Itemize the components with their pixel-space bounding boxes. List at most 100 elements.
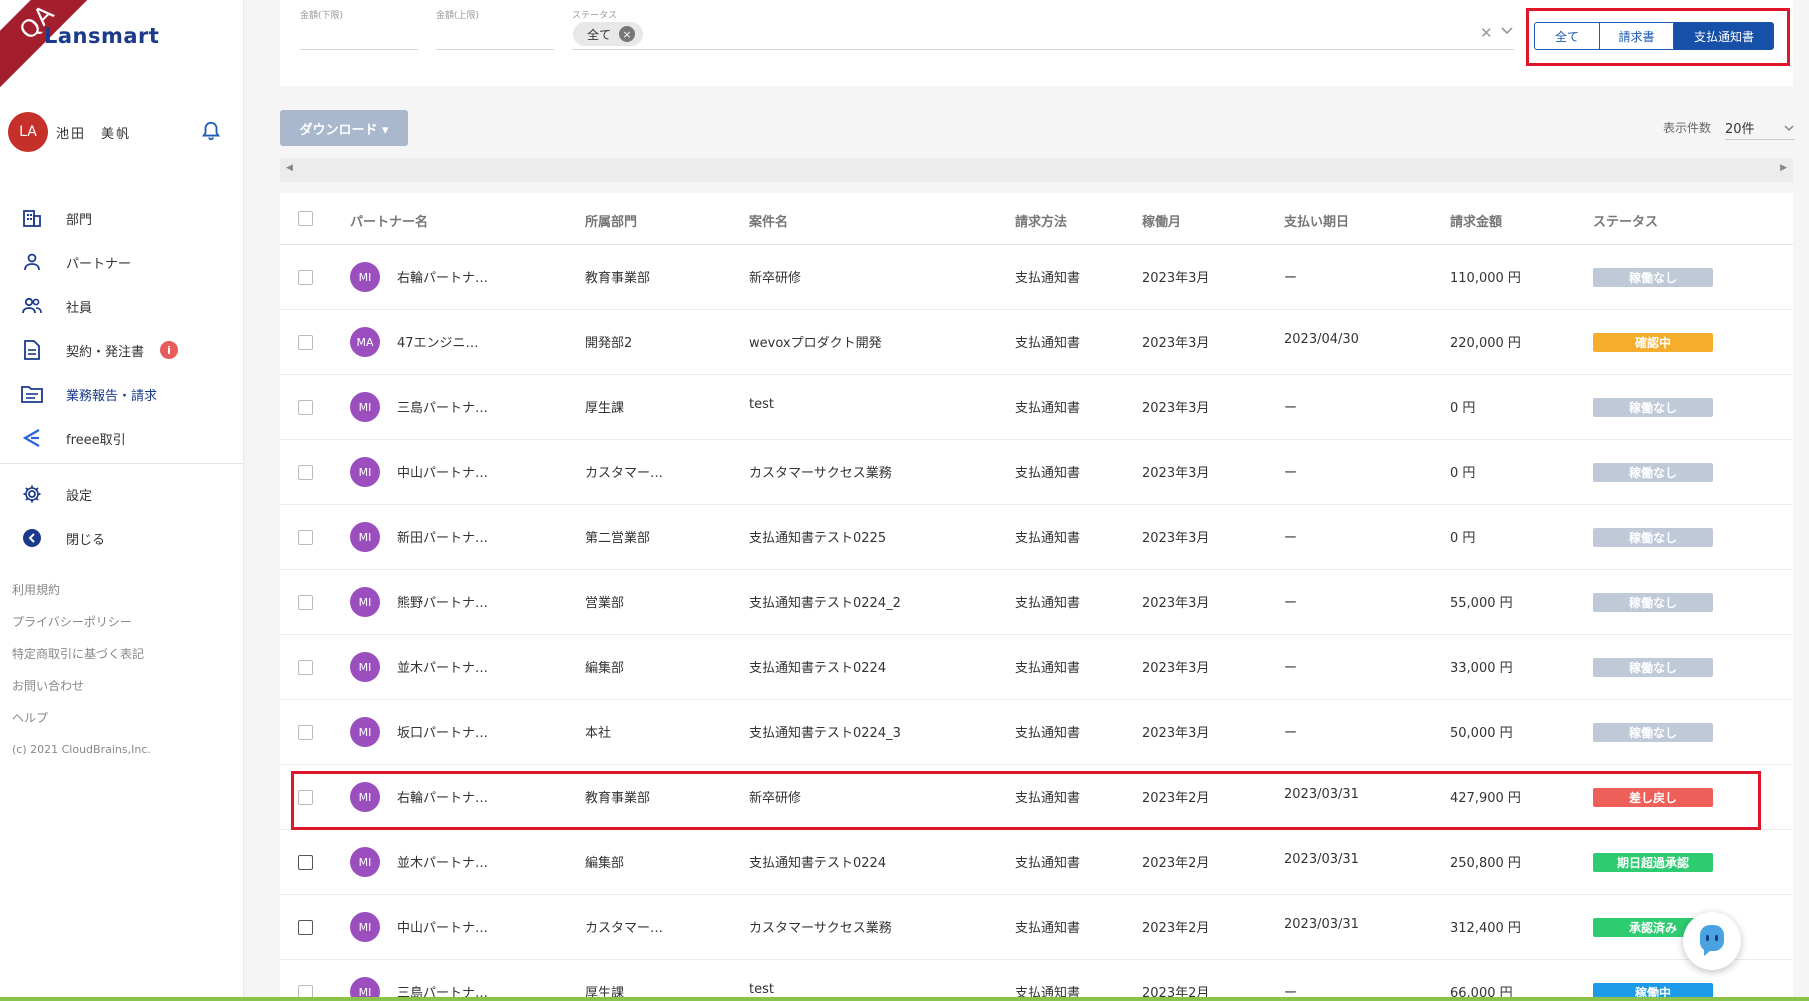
cell-partner[interactable]: 並木パートナ… [397, 852, 488, 871]
cell-partner[interactable]: 中山パートナ… [397, 462, 488, 481]
row-checkbox[interactable] [298, 920, 313, 935]
annotation-highlight-row [291, 771, 1761, 830]
cell-department: 本社 [585, 726, 612, 741]
cell-due-date: 2023/04/30 [1284, 332, 1359, 347]
cell-partner[interactable]: 熊野パートナ… [397, 592, 488, 611]
sidebar-divider [0, 463, 243, 464]
amount-max-label: 金額(上限) [436, 11, 480, 21]
cell-partner[interactable]: 坂口パートナ… [397, 722, 488, 741]
chatbot-button[interactable] [1683, 912, 1741, 970]
table-row[interactable]: MI 中山パートナ… カスタマー… カスタマーサクセス業務 支払通知書 2023年3月 ー 0… [280, 440, 1793, 505]
cell-due-date: 2023/03/31 [1284, 917, 1359, 932]
table-row[interactable]: MI 新田パートナ… 第二営業部 支払通知書テスト0225 支払通知書 2023年3月 ー 0… [280, 505, 1793, 570]
table-row[interactable]: MI 中山パートナ… カスタマー… カスタマーサクセス業務 支払通知書 2023年2月 20… [280, 895, 1793, 960]
header-month[interactable]: 稼働月 [1142, 211, 1181, 230]
cell-department: 編集部 [585, 856, 625, 871]
table-row[interactable]: MI 右輪パートナ… 教育事業部 新卒研修 支払通知書 2023年3月 ー 110,000 円… [280, 245, 1793, 310]
header-method[interactable]: 請求方法 [1015, 211, 1067, 230]
cell-project: 支払通知書テスト0224 [749, 856, 887, 871]
sidebar-item-reports-invoices[interactable]: 業務報告・請求 [0, 372, 243, 416]
cell-month: 2023年3月 [1142, 401, 1210, 416]
perpage-select[interactable]: 20件 [1725, 118, 1795, 140]
sidebar-item-partners[interactable]: パートナー [0, 240, 243, 284]
bell-icon[interactable] [200, 119, 222, 143]
chevron-down-icon [1784, 125, 1794, 132]
cell-month: 2023年2月 [1142, 921, 1210, 936]
cell-partner[interactable]: 新田パートナ… [397, 527, 488, 546]
link-privacy[interactable]: プライバシーポリシー [12, 606, 151, 638]
sidebar-item-settings[interactable]: 設定 [0, 472, 243, 516]
perpage-label: 表示件数 [1663, 121, 1712, 135]
sidebar-item-employees[interactable]: 社員 [0, 284, 243, 328]
cell-month: 2023年3月 [1142, 661, 1210, 676]
scroll-left-icon[interactable]: ◀ [286, 163, 293, 173]
row-checkbox[interactable] [298, 465, 313, 480]
table-row[interactable]: MI 並木パートナ… 編集部 支払通知書テスト0224 支払通知書 2023年2月 2023… [280, 830, 1793, 895]
cell-project: 支払通知書テスト0225 [749, 531, 887, 546]
chevron-down-icon[interactable] [1500, 24, 1514, 38]
row-checkbox[interactable] [298, 530, 313, 545]
cell-partner[interactable]: 右輪パートナ… [397, 267, 488, 286]
header-project[interactable]: 案件名 [749, 211, 788, 230]
cell-partner[interactable]: 47エンジニ… [397, 332, 479, 351]
clear-icon[interactable]: ✕ [1480, 24, 1493, 42]
row-checkbox[interactable] [298, 400, 313, 415]
cell-amount: 50,000 円 [1450, 726, 1513, 741]
cell-amount: 0 円 [1450, 466, 1476, 481]
status-chip[interactable]: 全て × [573, 22, 644, 46]
cell-month: 2023年3月 [1142, 596, 1210, 611]
sidebar-item-freee[interactable]: freee取引 [0, 416, 243, 460]
table-row[interactable]: MI 三島パートナ… 厚生課 test 支払通知書 2023年3月 ー 0 円 稼働なし [280, 375, 1793, 440]
sidebar-item-contracts[interactable]: 契約・発注書 i [0, 328, 243, 372]
cell-due-date: ー [1284, 726, 1298, 741]
link-commerce-law[interactable]: 特定商取引に基づく表記 [12, 638, 151, 670]
header-partner[interactable]: パートナー名 [350, 211, 428, 230]
cell-partner[interactable]: 並木パートナ… [397, 657, 488, 676]
horizontal-scrollbar[interactable]: ◀ ▶ [280, 158, 1793, 182]
user-name: 池田 美帆 [56, 126, 132, 142]
sidebar-item-label: 閉じる [66, 532, 106, 548]
sidebar: QA Lansmart LA 池田 美帆 部門 パートナー 社員 契約・発注書 … [0, 0, 244, 1001]
arrow-left-circle-icon [20, 526, 44, 550]
cell-department: カスタマー… [585, 921, 664, 936]
status-select[interactable] [572, 49, 1514, 50]
sidebar-item-close[interactable]: 閉じる [0, 516, 243, 560]
row-checkbox[interactable] [298, 855, 313, 870]
table-row[interactable]: MI 熊野パートナ… 営業部 支払通知書テスト0224_2 支払通知書 2023年3月 ー 5… [280, 570, 1793, 635]
table-row[interactable]: MI 並木パートナ… 編集部 支払通知書テスト0224 支払通知書 2023年3月 ー 33,… [280, 635, 1793, 700]
cell-partner[interactable]: 中山パートナ… [397, 917, 488, 936]
row-checkbox[interactable] [298, 725, 313, 740]
table-row[interactable]: MA 47エンジニ… 開発部2 wevoxプロダクト開発 支払通知書 2023年3月 202… [280, 310, 1793, 375]
select-all-checkbox[interactable] [298, 211, 313, 226]
row-checkbox[interactable] [298, 595, 313, 610]
table-row[interactable]: MI 三島パートナ… 厚生課 test 支払通知書 2023年2月ー 66,000 円稼働中 [280, 960, 1793, 1001]
app-logo[interactable]: Lansmart [44, 24, 159, 48]
link-help[interactable]: ヘルプ [12, 702, 151, 734]
cell-partner[interactable]: 三島パートナ… [397, 397, 488, 416]
table-row[interactable]: MI 坂口パートナ… 本社 支払通知書テスト0224_3 支払通知書 2023年3月 ー 50… [280, 700, 1793, 765]
user-profile[interactable]: LA 池田 美帆 [8, 112, 131, 152]
chip-close-icon[interactable]: × [619, 26, 636, 42]
header-status[interactable]: ステータス [1593, 211, 1658, 230]
header-due-date[interactable]: 支払い期日 [1284, 211, 1349, 230]
header-amount[interactable]: 請求金額 [1450, 211, 1502, 230]
status-badge: 稼働なし [1593, 528, 1713, 547]
row-checkbox[interactable] [298, 660, 313, 675]
cell-department: 教育事業部 [585, 271, 651, 286]
sidebar-item-label: 契約・発注書 [66, 344, 145, 360]
sidebar-item-departments[interactable]: 部門 [0, 196, 243, 240]
sidebar-item-label: パートナー [66, 256, 132, 272]
row-checkbox[interactable] [298, 335, 313, 350]
row-checkbox[interactable] [298, 270, 313, 285]
link-contact[interactable]: お問い合わせ [12, 670, 151, 702]
amount-min-input[interactable] [300, 49, 418, 50]
cell-project: 支払通知書テスト0224_3 [749, 726, 901, 741]
download-button[interactable]: ダウンロード ▾ [280, 110, 408, 146]
cell-project: カスタマーサクセス業務 [749, 921, 892, 936]
info-badge: i [160, 341, 179, 359]
link-terms[interactable]: 利用規約 [12, 574, 151, 606]
partner-avatar: MI [350, 262, 380, 292]
scroll-right-icon[interactable]: ▶ [1780, 163, 1787, 173]
amount-max-input[interactable] [436, 49, 554, 50]
header-department[interactable]: 所属部門 [585, 211, 637, 230]
